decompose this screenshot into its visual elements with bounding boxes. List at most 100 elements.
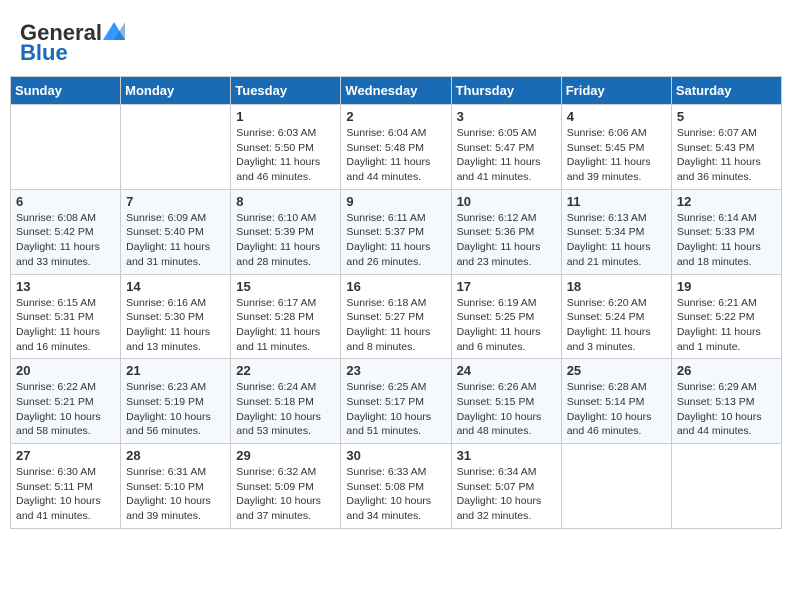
calendar-cell: [121, 105, 231, 190]
day-info: Sunrise: 6:26 AMSunset: 5:15 PMDaylight:…: [457, 380, 556, 439]
calendar-cell: 1 Sunrise: 6:03 AMSunset: 5:50 PMDaylight…: [231, 105, 341, 190]
day-number: 11: [567, 194, 666, 209]
day-info: Sunrise: 6:12 AMSunset: 5:36 PMDaylight:…: [457, 211, 556, 270]
day-number: 10: [457, 194, 556, 209]
calendar-cell: [11, 105, 121, 190]
calendar-table: SundayMondayTuesdayWednesdayThursdayFrid…: [10, 76, 782, 529]
calendar-cell: 10 Sunrise: 6:12 AMSunset: 5:36 PMDayligh…: [451, 189, 561, 274]
day-number: 8: [236, 194, 335, 209]
day-number: 16: [346, 279, 445, 294]
day-number: 6: [16, 194, 115, 209]
calendar-header-sunday: Sunday: [11, 77, 121, 105]
day-number: 12: [677, 194, 776, 209]
calendar-header-tuesday: Tuesday: [231, 77, 341, 105]
day-info: Sunrise: 6:33 AMSunset: 5:08 PMDaylight:…: [346, 465, 445, 524]
calendar-cell: 3 Sunrise: 6:05 AMSunset: 5:47 PMDaylight…: [451, 105, 561, 190]
day-number: 4: [567, 109, 666, 124]
day-number: 3: [457, 109, 556, 124]
day-info: Sunrise: 6:16 AMSunset: 5:30 PMDaylight:…: [126, 296, 225, 355]
calendar-cell: 17 Sunrise: 6:19 AMSunset: 5:25 PMDayligh…: [451, 274, 561, 359]
day-number: 1: [236, 109, 335, 124]
calendar-cell: 21 Sunrise: 6:23 AMSunset: 5:19 PMDayligh…: [121, 359, 231, 444]
calendar-header-monday: Monday: [121, 77, 231, 105]
day-info: Sunrise: 6:14 AMSunset: 5:33 PMDaylight:…: [677, 211, 776, 270]
calendar-week-row: 13 Sunrise: 6:15 AMSunset: 5:31 PMDayligh…: [11, 274, 782, 359]
day-info: Sunrise: 6:08 AMSunset: 5:42 PMDaylight:…: [16, 211, 115, 270]
day-number: 2: [346, 109, 445, 124]
day-info: Sunrise: 6:21 AMSunset: 5:22 PMDaylight:…: [677, 296, 776, 355]
calendar-header-friday: Friday: [561, 77, 671, 105]
calendar-cell: 31Sunrise: 6:34 AMSunset: 5:07 PMDayligh…: [451, 444, 561, 529]
day-info: Sunrise: 6:18 AMSunset: 5:27 PMDaylight:…: [346, 296, 445, 355]
day-number: 25: [567, 363, 666, 378]
day-number: 15: [236, 279, 335, 294]
calendar-header-saturday: Saturday: [671, 77, 781, 105]
day-info: Sunrise: 6:09 AMSunset: 5:40 PMDaylight:…: [126, 211, 225, 270]
calendar-header-thursday: Thursday: [451, 77, 561, 105]
day-info: Sunrise: 6:05 AMSunset: 5:47 PMDaylight:…: [457, 126, 556, 185]
day-info: Sunrise: 6:25 AMSunset: 5:17 PMDaylight:…: [346, 380, 445, 439]
day-info: Sunrise: 6:06 AMSunset: 5:45 PMDaylight:…: [567, 126, 666, 185]
calendar-week-row: 20 Sunrise: 6:22 AMSunset: 5:21 PMDayligh…: [11, 359, 782, 444]
logo-triangle-icon: [103, 22, 125, 40]
day-info: Sunrise: 6:31 AMSunset: 5:10 PMDaylight:…: [126, 465, 225, 524]
calendar-cell: 28 Sunrise: 6:31 AMSunset: 5:10 PMDayligh…: [121, 444, 231, 529]
calendar-cell: 12 Sunrise: 6:14 AMSunset: 5:33 PMDayligh…: [671, 189, 781, 274]
day-number: 17: [457, 279, 556, 294]
calendar-cell: 14 Sunrise: 6:16 AMSunset: 5:30 PMDayligh…: [121, 274, 231, 359]
day-number: 19: [677, 279, 776, 294]
day-number: 9: [346, 194, 445, 209]
day-number: 22: [236, 363, 335, 378]
day-info: Sunrise: 6:30 AMSunset: 5:11 PMDaylight:…: [16, 465, 115, 524]
day-info: Sunrise: 6:03 AMSunset: 5:50 PMDaylight:…: [236, 126, 335, 185]
calendar-week-row: 1 Sunrise: 6:03 AMSunset: 5:50 PMDaylight…: [11, 105, 782, 190]
day-info: Sunrise: 6:20 AMSunset: 5:24 PMDaylight:…: [567, 296, 666, 355]
page-header: General Blue: [10, 10, 782, 71]
calendar-cell: 26 Sunrise: 6:29 AMSunset: 5:13 PMDayligh…: [671, 359, 781, 444]
calendar-cell: 4 Sunrise: 6:06 AMSunset: 5:45 PMDaylight…: [561, 105, 671, 190]
logo-blue-text: Blue: [20, 40, 68, 65]
calendar-cell: 29 Sunrise: 6:32 AMSunset: 5:09 PMDayligh…: [231, 444, 341, 529]
day-info: Sunrise: 6:15 AMSunset: 5:31 PMDaylight:…: [16, 296, 115, 355]
calendar-cell: 22 Sunrise: 6:24 AMSunset: 5:18 PMDayligh…: [231, 359, 341, 444]
calendar-cell: 25 Sunrise: 6:28 AMSunset: 5:14 PMDayligh…: [561, 359, 671, 444]
calendar-cell: 2 Sunrise: 6:04 AMSunset: 5:48 PMDaylight…: [341, 105, 451, 190]
day-info: Sunrise: 6:32 AMSunset: 5:09 PMDaylight:…: [236, 465, 335, 524]
day-info: Sunrise: 6:24 AMSunset: 5:18 PMDaylight:…: [236, 380, 335, 439]
calendar-cell: 19 Sunrise: 6:21 AMSunset: 5:22 PMDayligh…: [671, 274, 781, 359]
day-info: Sunrise: 6:28 AMSunset: 5:14 PMDaylight:…: [567, 380, 666, 439]
day-number: 30: [346, 448, 445, 463]
day-info: Sunrise: 6:17 AMSunset: 5:28 PMDaylight:…: [236, 296, 335, 355]
day-number: 14: [126, 279, 225, 294]
day-number: 23: [346, 363, 445, 378]
day-info: Sunrise: 6:23 AMSunset: 5:19 PMDaylight:…: [126, 380, 225, 439]
day-number: 7: [126, 194, 225, 209]
calendar-cell: 8 Sunrise: 6:10 AMSunset: 5:39 PMDaylight…: [231, 189, 341, 274]
calendar-cell: [561, 444, 671, 529]
day-info: Sunrise: 6:19 AMSunset: 5:25 PMDaylight:…: [457, 296, 556, 355]
day-number: 18: [567, 279, 666, 294]
day-number: 21: [126, 363, 225, 378]
calendar-week-row: 6 Sunrise: 6:08 AMSunset: 5:42 PMDaylight…: [11, 189, 782, 274]
day-number: 31: [457, 448, 556, 463]
day-number: 29: [236, 448, 335, 463]
day-info: Sunrise: 6:04 AMSunset: 5:48 PMDaylight:…: [346, 126, 445, 185]
calendar-cell: [671, 444, 781, 529]
day-info: Sunrise: 6:29 AMSunset: 5:13 PMDaylight:…: [677, 380, 776, 439]
calendar-cell: 13 Sunrise: 6:15 AMSunset: 5:31 PMDayligh…: [11, 274, 121, 359]
day-number: 26: [677, 363, 776, 378]
calendar-cell: 16 Sunrise: 6:18 AMSunset: 5:27 PMDayligh…: [341, 274, 451, 359]
calendar-cell: 23 Sunrise: 6:25 AMSunset: 5:17 PMDayligh…: [341, 359, 451, 444]
day-info: Sunrise: 6:11 AMSunset: 5:37 PMDaylight:…: [346, 211, 445, 270]
calendar-cell: 24Sunrise: 6:26 AMSunset: 5:15 PMDayligh…: [451, 359, 561, 444]
calendar-cell: 5Sunrise: 6:07 AMSunset: 5:43 PMDaylight…: [671, 105, 781, 190]
calendar-cell: 20 Sunrise: 6:22 AMSunset: 5:21 PMDayligh…: [11, 359, 121, 444]
calendar-cell: 18 Sunrise: 6:20 AMSunset: 5:24 PMDayligh…: [561, 274, 671, 359]
day-number: 5: [677, 109, 776, 124]
day-info: Sunrise: 6:22 AMSunset: 5:21 PMDaylight:…: [16, 380, 115, 439]
day-number: 13: [16, 279, 115, 294]
day-number: 28: [126, 448, 225, 463]
day-number: 20: [16, 363, 115, 378]
calendar-week-row: 27Sunrise: 6:30 AMSunset: 5:11 PMDayligh…: [11, 444, 782, 529]
day-info: Sunrise: 6:10 AMSunset: 5:39 PMDaylight:…: [236, 211, 335, 270]
